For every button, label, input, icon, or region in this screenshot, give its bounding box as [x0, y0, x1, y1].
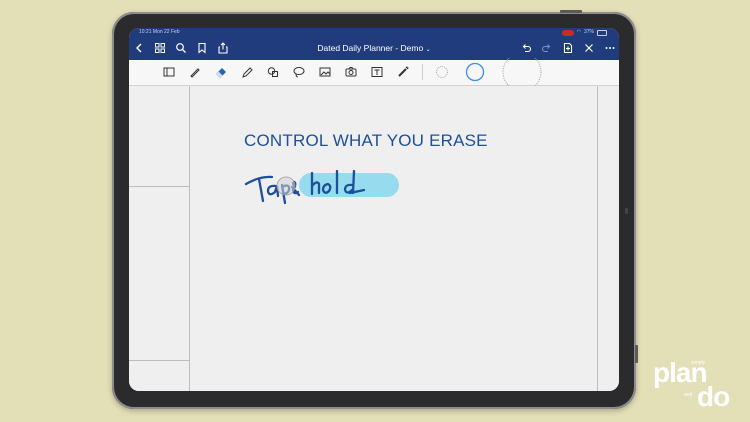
plan-and-do-logo: simply plan and do [650, 355, 740, 417]
eraser-size-medium[interactable] [465, 62, 485, 82]
redo-icon[interactable] [539, 40, 555, 56]
ipad-screen: 10:21 Mon 22 Feb ◠ 37% Dated Daily Plann… [129, 28, 619, 391]
share-icon[interactable] [215, 40, 231, 56]
search-icon[interactable] [173, 40, 189, 56]
sidebar-divider-2 [129, 360, 189, 361]
lasso-icon[interactable] [291, 64, 307, 80]
pen-icon[interactable] [187, 64, 203, 80]
image-icon[interactable] [317, 64, 333, 80]
status-bar: 10:21 Mon 22 Feb ◠ 37% [129, 28, 619, 37]
sidebar-divider-1 [129, 186, 189, 187]
eraser-size-small[interactable] [433, 64, 450, 80]
bookmark-icon[interactable] [194, 40, 210, 56]
tools-toolbar [129, 58, 619, 86]
sidebar-icon[interactable] [161, 64, 177, 80]
document-title[interactable]: Dated Daily Planner - Demo [317, 43, 423, 53]
page-right-margin [597, 86, 598, 391]
side-sensor [625, 208, 628, 214]
status-time: 10:21 Mon 22 Feb [139, 29, 180, 35]
eraser-size-large[interactable] [501, 58, 543, 86]
eraser-icon[interactable] [213, 64, 229, 80]
wifi-icon: ◠ [576, 29, 581, 35]
laser-pointer-icon[interactable] [395, 64, 411, 80]
camera-icon[interactable] [343, 64, 359, 80]
page-heading: CONTROL WHAT YOU ERASE [244, 131, 488, 150]
text-icon[interactable] [369, 64, 385, 80]
logo-word-do: do [697, 381, 730, 412]
close-icon[interactable] [581, 40, 597, 56]
battery-icon [597, 29, 607, 36]
shapes-icon[interactable] [265, 64, 281, 80]
more-options-icon[interactable] [602, 40, 618, 56]
status-right: ◠ 37% [561, 28, 607, 37]
undo-icon[interactable] [518, 40, 534, 56]
volume-button [635, 345, 638, 363]
add-page-icon[interactable] [560, 40, 576, 56]
eraser-cursor-icon [276, 176, 296, 196]
chevron-down-icon[interactable]: ⌄ [426, 47, 431, 53]
toolbar-divider [422, 64, 423, 80]
handwritten-note [244, 169, 399, 205]
highlighter-icon[interactable] [239, 64, 255, 80]
logo-small-mid: and [684, 392, 693, 398]
back-chevron-icon[interactable] [131, 40, 147, 56]
recording-indicator-icon [561, 29, 574, 36]
top-button [560, 10, 582, 13]
page-left-margin [189, 86, 190, 391]
navigation-bar: Dated Daily Planner - Demo ⌄ [129, 37, 619, 60]
thumbnails-grid-icon[interactable] [152, 40, 168, 56]
battery-text: 37% [583, 29, 594, 35]
